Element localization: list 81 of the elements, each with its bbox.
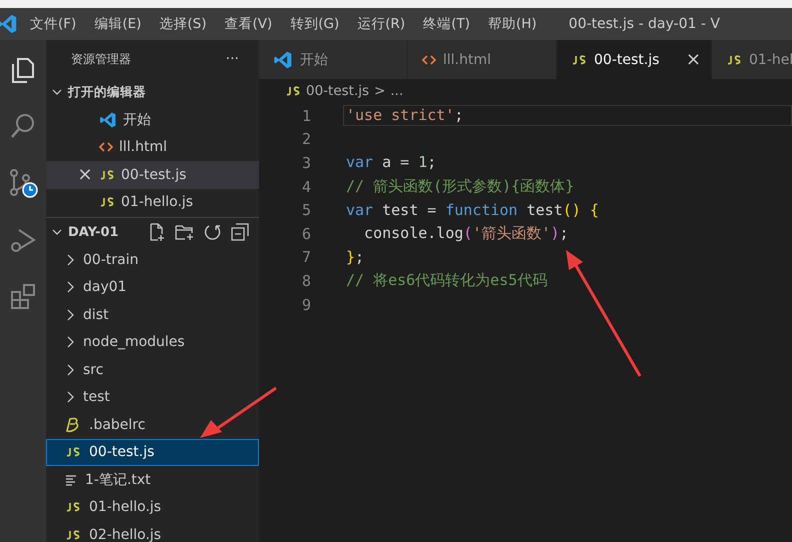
code-line: // 将es6代码转化为es5代码: [345, 270, 548, 292]
file-tree-item[interactable]: 00-test.js: [46, 438, 259, 466]
line-number: 5: [300, 201, 311, 220]
chevron-icon[interactable]: [52, 227, 62, 237]
code-line: // 箭头函数(形式参数){函数体}: [345, 176, 576, 198]
file-tree-item[interactable]: dist: [46, 301, 259, 328]
extensions-icon[interactable]: [9, 282, 37, 310]
menu-item[interactable]: 查看(V): [224, 15, 272, 33]
code-line: var a = 1;: [345, 152, 438, 174]
line-number: 1: [300, 106, 311, 125]
js-file-icon: [726, 54, 742, 64]
menu-item[interactable]: 编辑(E): [94, 15, 142, 33]
file-tree-item[interactable]: .babelrc: [46, 411, 259, 438]
files-icon[interactable]: [9, 56, 37, 84]
chevron-icon: [65, 364, 75, 376]
menu-item[interactable]: 帮助(H): [488, 15, 537, 33]
refresh-icon[interactable]: [204, 223, 222, 241]
chevron-icon: [65, 308, 75, 321]
line-number: 8: [300, 272, 311, 290]
js-file-icon: [571, 54, 587, 64]
editor-tab[interactable]: 00-test.js ×: [557, 40, 712, 79]
js-file-icon: [99, 197, 115, 208]
chevron-icon[interactable]: [52, 87, 62, 97]
text-file-icon: [65, 474, 77, 486]
chevron-icon: [65, 281, 75, 294]
breadcrumb-item[interactable]: 00-test.js: [306, 83, 370, 99]
line-number: 2: [300, 130, 311, 148]
menu-item[interactable]: 终端(T): [423, 15, 470, 33]
folder-title[interactable]: DAY-01: [68, 224, 119, 240]
babel-file-icon: [65, 416, 81, 433]
file-tree-item[interactable]: test: [46, 384, 259, 411]
chevron-icon: [65, 336, 75, 348]
menu-item[interactable]: 选择(S): [159, 15, 206, 33]
new-file-icon[interactable]: [148, 223, 166, 241]
source-control-icon[interactable]: [8, 168, 38, 198]
vscode-logo-icon: [99, 110, 117, 129]
line-number: 6: [300, 224, 311, 243]
menu-item[interactable]: 运行(R): [357, 15, 406, 33]
chevron-icon: [65, 254, 75, 266]
open-editor-item[interactable]: lll.html: [46, 134, 259, 161]
js-file-icon: [65, 447, 81, 458]
open-editor-item[interactable]: × 00-test.js: [46, 161, 259, 188]
new-folder-icon[interactable]: [175, 223, 195, 241]
code-line: console.log('箭头函数');: [363, 223, 570, 244]
file-tree-item[interactable]: day01: [46, 274, 259, 301]
breadcrumb-separator: >: [374, 83, 386, 99]
code-line: };: [345, 246, 366, 268]
more-actions-button[interactable]: ···: [226, 51, 239, 67]
code-brackets-icon: [422, 54, 436, 64]
editor-tab[interactable]: lll.html: [408, 40, 557, 79]
file-tree-item[interactable]: node_modules: [46, 328, 259, 356]
chevron-icon: [65, 391, 75, 404]
section-title[interactable]: 打开的编辑器: [68, 84, 146, 100]
editor-tab[interactable]: 开始: [259, 40, 408, 79]
open-editor-item[interactable]: 01-hello.js: [46, 188, 259, 216]
js-file-icon: [285, 86, 301, 96]
line-number: 7: [300, 248, 311, 266]
file-tree-item[interactable]: src: [46, 356, 259, 384]
search-icon[interactable]: [9, 112, 37, 140]
explorer-title: 资源管理器: [71, 50, 131, 68]
window-title: 00-test.js - day-01 - V: [568, 16, 720, 32]
line-number: 9: [300, 296, 311, 314]
js-file-icon: [65, 502, 81, 512]
open-editor-item[interactable]: 开始: [46, 106, 259, 134]
code-line: var test = function test() {: [345, 200, 600, 221]
file-tree-item[interactable]: 02-hello.js: [46, 521, 259, 542]
breadcrumb-item[interactable]: ...: [390, 83, 404, 99]
menu-item[interactable]: 文件(F): [30, 15, 76, 33]
file-tree-item[interactable]: 01-hello.js: [46, 494, 259, 521]
file-tree-item[interactable]: 1-笔记.txt: [46, 466, 259, 494]
collapse-all-icon[interactable]: [231, 223, 249, 241]
code-brackets-icon: [99, 142, 113, 152]
js-file-icon: [99, 170, 115, 180]
line-number: 3: [300, 154, 311, 172]
file-tree-item[interactable]: 00-train: [46, 246, 259, 274]
menu-item[interactable]: 转到(G): [290, 15, 340, 33]
js-file-icon: [65, 530, 81, 540]
vscode-logo-icon: [0, 13, 18, 35]
line-number: 4: [300, 178, 311, 196]
vscode-logo-icon: [273, 50, 293, 70]
editor-tab[interactable]: 01-hel: [712, 40, 792, 79]
